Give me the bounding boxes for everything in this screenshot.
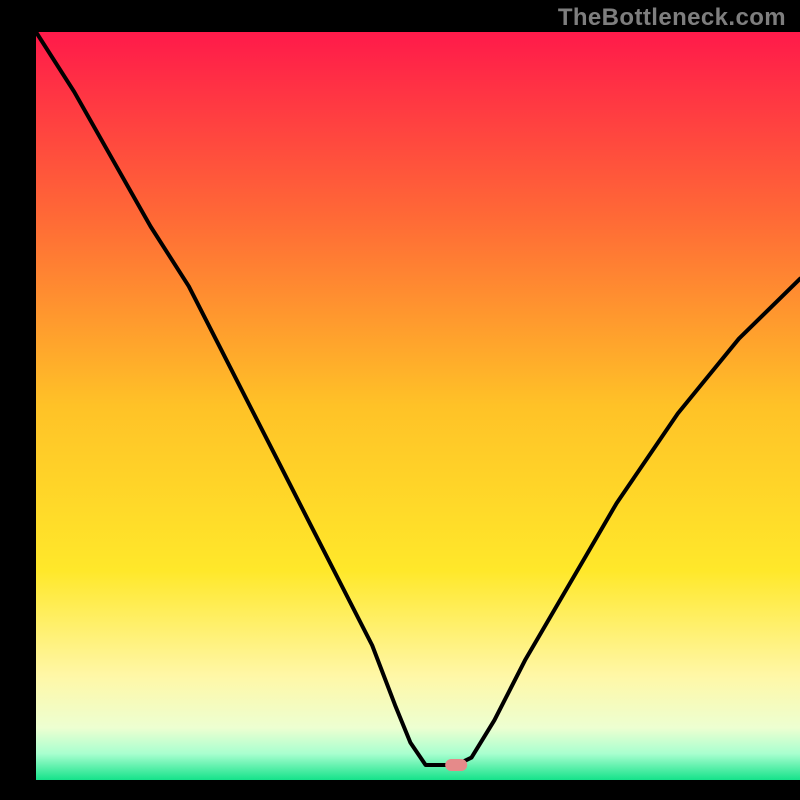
watermark-label: TheBottleneck.com [558,4,786,32]
bottleneck-chart: TheBottleneck.com [0,0,800,800]
optimal-marker [445,759,467,771]
chart-svg [0,0,800,800]
plot-area [36,32,800,780]
